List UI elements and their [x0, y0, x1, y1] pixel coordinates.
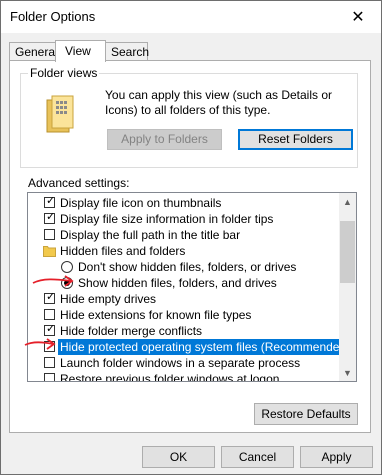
folder-details-icon: [46, 95, 74, 133]
list-item[interactable]: Don't show hidden files, folders, or dri…: [28, 259, 340, 275]
checkbox[interactable]: ✓: [44, 195, 56, 208]
annotation-arrow-icon: [24, 338, 56, 350]
check-icon: ✓: [46, 291, 56, 303]
check-icon: ✓: [46, 323, 56, 335]
apply-button[interactable]: Apply: [300, 446, 373, 468]
ok-button[interactable]: OK: [142, 446, 215, 468]
list-item-selected[interactable]: Hide protected operating system files (R…: [28, 339, 353, 355]
tab-general[interactable]: General: [9, 42, 58, 61]
list-item-label: Hide empty drives: [60, 292, 157, 306]
check-icon: ✓: [46, 195, 56, 207]
list-item-label: Hide folder merge conflicts: [60, 324, 203, 338]
checkbox[interactable]: ✓: [44, 291, 56, 304]
list-item-label: Show hidden files, folders, and drives: [78, 276, 277, 290]
radio-button[interactable]: [61, 261, 73, 273]
scrollbar-thumb[interactable]: [340, 221, 355, 283]
folder-views-description: You can apply this view (such as Details…: [105, 88, 333, 117]
list-item[interactable]: Launch folder windows in a separate proc…: [28, 355, 340, 371]
scroll-up-icon[interactable]: ▲: [339, 193, 356, 210]
checkbox[interactable]: ✓: [44, 323, 56, 336]
list-item[interactable]: ✓ Display file icon on thumbnails: [28, 195, 340, 211]
list-item-label: Hide extensions for known file types: [60, 308, 252, 322]
restore-defaults-button[interactable]: Restore Defaults: [254, 403, 358, 425]
list-item[interactable]: ✓ Hide empty drives: [28, 291, 340, 307]
advanced-settings-label: Advanced settings:: [28, 176, 130, 190]
view-tab-panel: Folder views You can apply this view (su…: [9, 60, 371, 433]
list-item-label: Display file size information in folder …: [60, 212, 274, 226]
cancel-button[interactable]: Cancel: [221, 446, 294, 468]
list-item[interactable]: Display the full path in the title bar: [28, 227, 340, 243]
list-item[interactable]: Restore previous folder windows at logon: [28, 371, 340, 382]
list-item-label: Launch folder windows in a separate proc…: [60, 356, 301, 370]
list-item-label: Restore previous folder windows at logon: [60, 372, 280, 382]
list-item-label: Display the full path in the title bar: [60, 228, 241, 242]
checkbox[interactable]: [44, 309, 55, 320]
tab-view[interactable]: View: [55, 40, 106, 62]
check-icon: ✓: [46, 211, 56, 223]
folder-options-dialog: Folder Options ✕ General View Search Fol…: [0, 0, 382, 475]
advanced-settings-list[interactable]: ✓ Display file icon on thumbnails ✓ Disp…: [27, 192, 357, 382]
checkbox[interactable]: [44, 373, 55, 381]
close-button[interactable]: ✕: [335, 1, 381, 33]
checkbox[interactable]: [44, 229, 55, 240]
list-item-label: Hidden files and folders: [60, 244, 186, 258]
list-item[interactable]: ✓ Display file size information in folde…: [28, 211, 340, 227]
folder-icon: [43, 246, 56, 257]
list-item[interactable]: ✓ Hide folder merge conflicts: [28, 323, 340, 339]
apply-to-folders-button[interactable]: Apply to Folders: [107, 129, 222, 150]
scroll-down-icon[interactable]: ▼: [339, 364, 356, 381]
list-item[interactable]: Hide extensions for known file types: [28, 307, 340, 323]
list-item-label: Don't show hidden files, folders, or dri…: [78, 260, 297, 274]
checkbox[interactable]: ✓: [44, 211, 56, 224]
vertical-scrollbar[interactable]: ▲ ▼: [339, 193, 356, 381]
list-item-label: Hide protected operating system files (R…: [58, 339, 353, 355]
annotation-arrow-icon: [32, 275, 74, 287]
list-item-label: Display file icon on thumbnails: [60, 196, 222, 210]
folder-views-label: Folder views: [28, 66, 100, 80]
window-title: Folder Options: [10, 9, 96, 24]
list-item: Hidden files and folders: [28, 243, 340, 259]
reset-folders-button[interactable]: Reset Folders: [238, 129, 353, 150]
tab-search[interactable]: Search: [105, 42, 149, 61]
title-bar: Folder Options ✕: [1, 1, 381, 33]
folder-views-group: Folder views You can apply this view (su…: [20, 66, 358, 168]
checkbox[interactable]: [44, 357, 55, 368]
